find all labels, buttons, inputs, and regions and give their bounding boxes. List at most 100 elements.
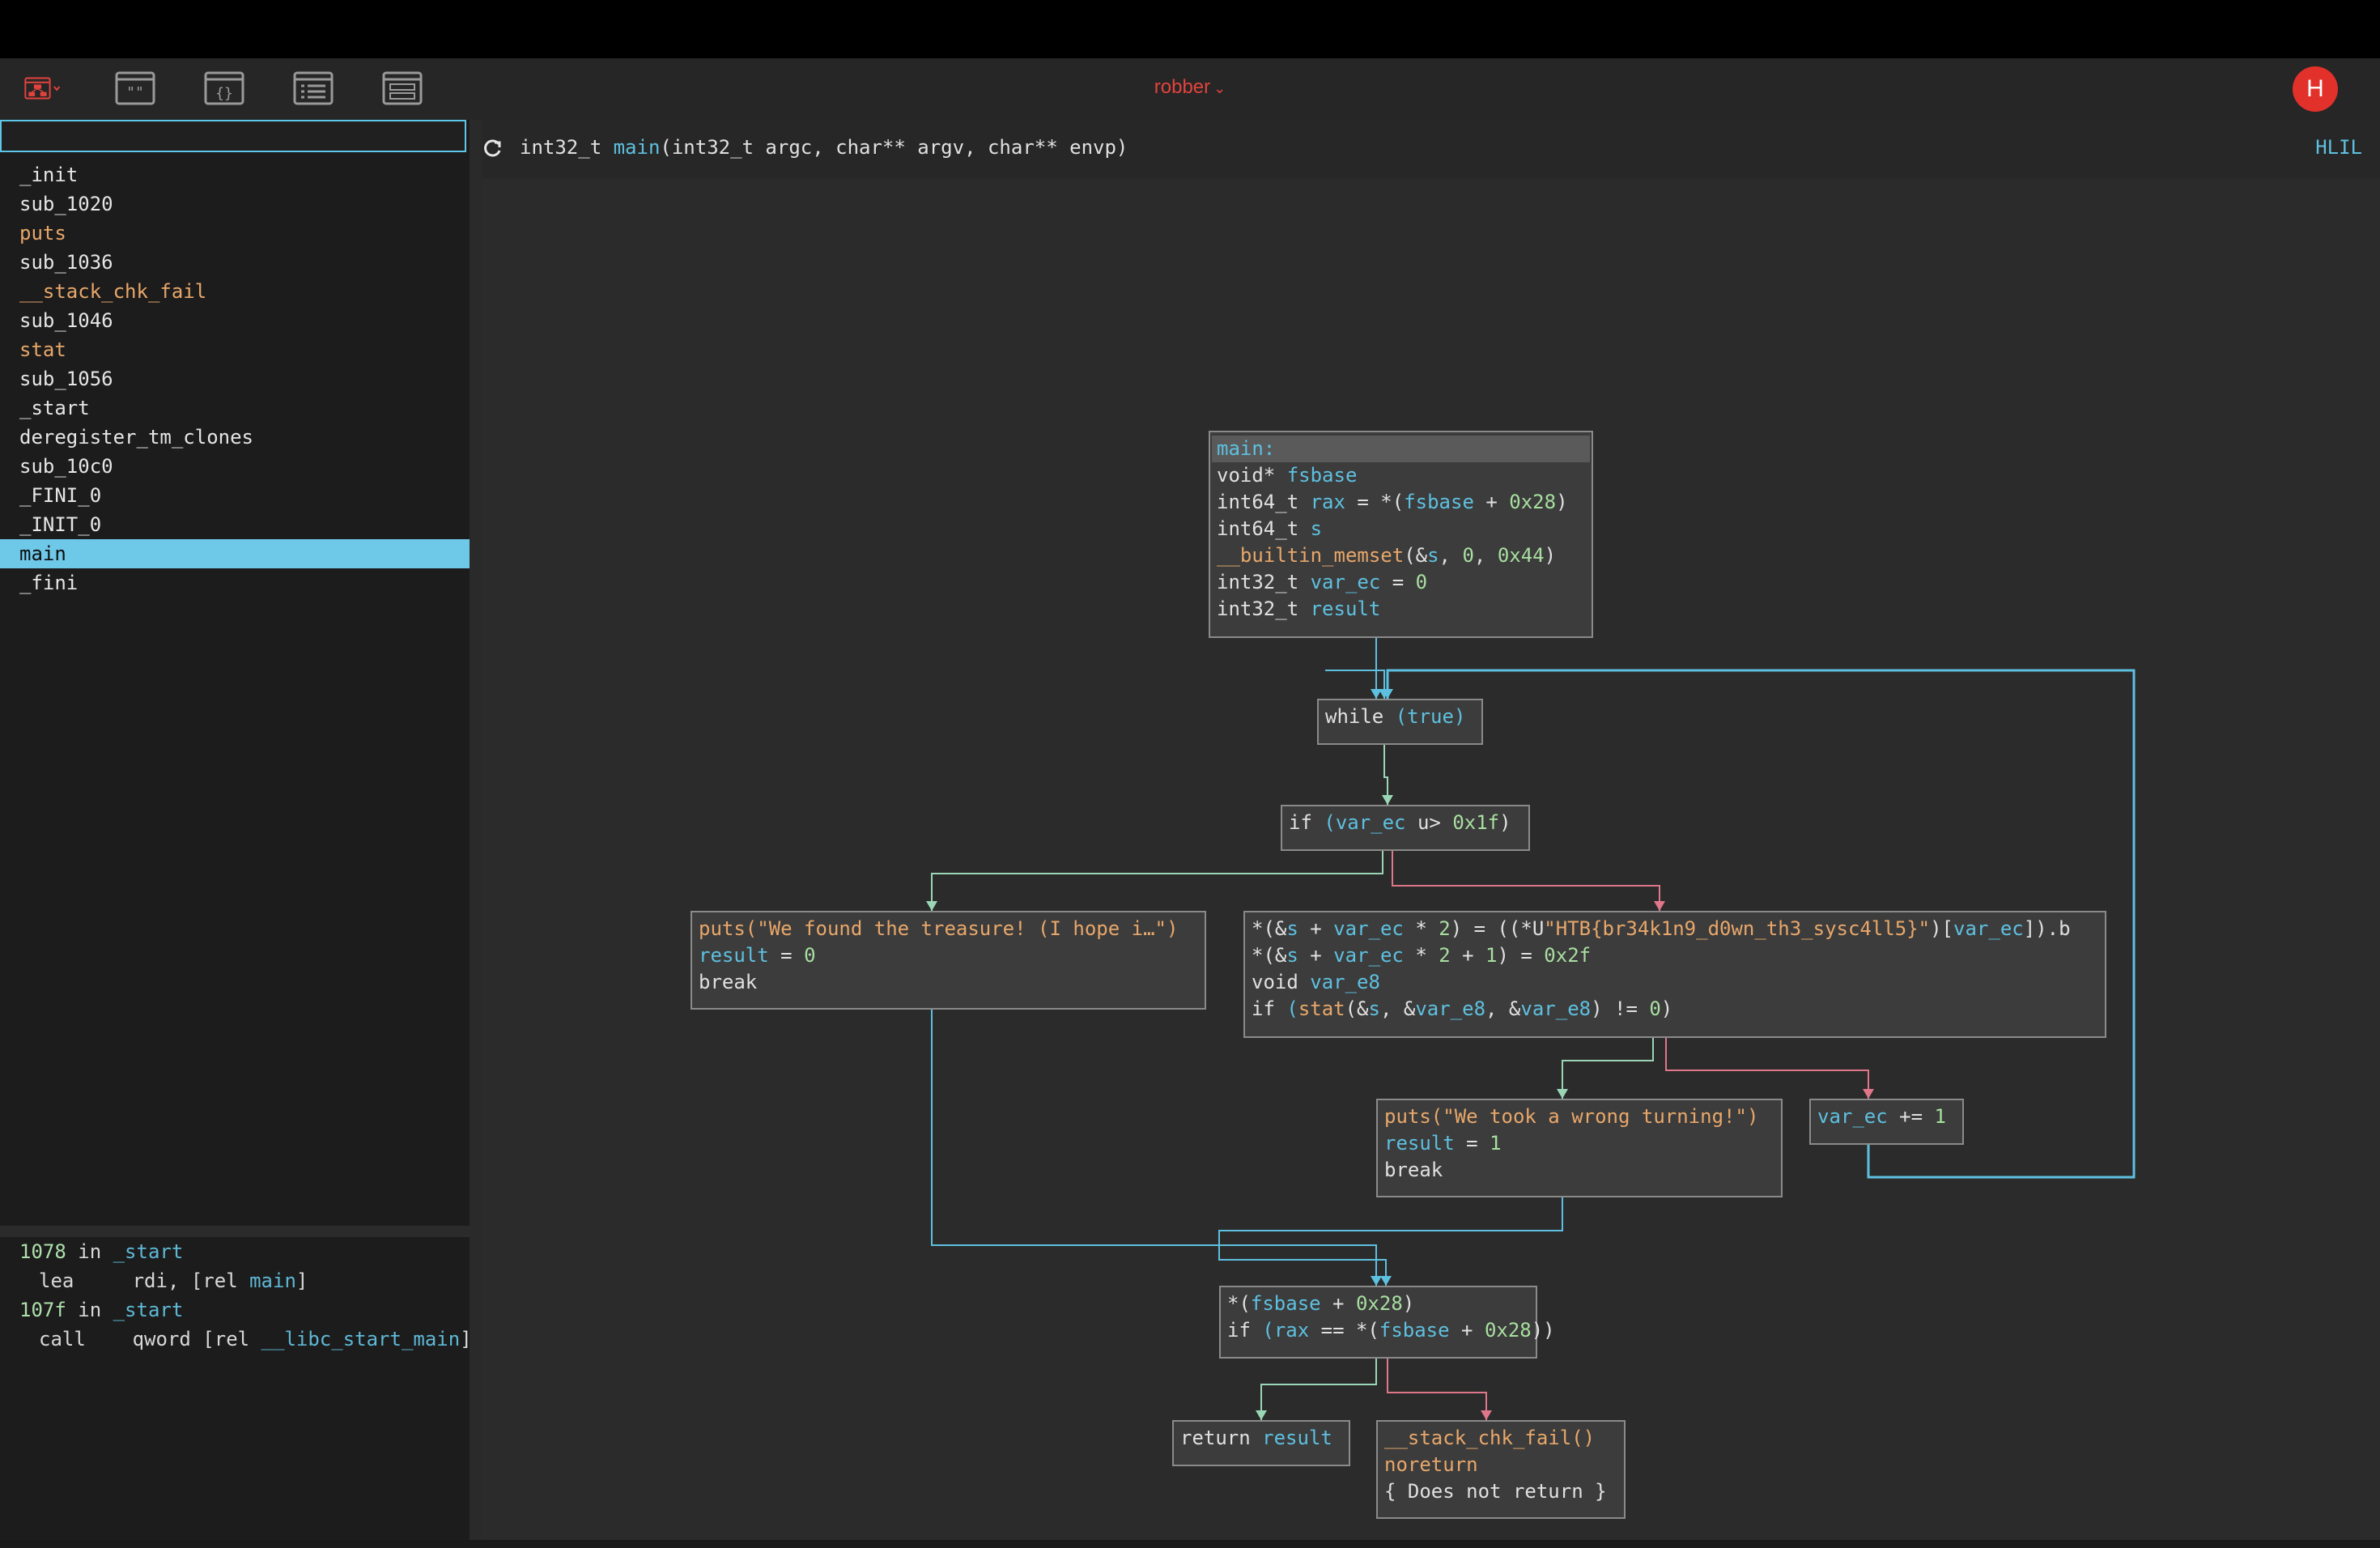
code-line[interactable]: while (true)	[1325, 704, 1475, 730]
xref-location[interactable]: 107f in _start	[0, 1295, 470, 1325]
function-item-start[interactable]: _start	[0, 393, 470, 423]
code-line[interactable]: void var_e8	[1252, 969, 2098, 996]
code-token[interactable]: fsbase	[1287, 464, 1358, 487]
code-token[interactable]: __stack_chk_fail()	[1384, 1427, 1595, 1449]
code-token[interactable]: var_ec	[1953, 917, 2024, 940]
function-item-fini[interactable]: _fini	[0, 568, 470, 598]
function-item-sub-1036[interactable]: sub_1036	[0, 248, 470, 277]
code-line[interactable]: puts("We found the treasure! (I hope i…"…	[699, 916, 1198, 942]
code-line[interactable]: void* fsbase	[1217, 462, 1585, 489]
xref-instruction[interactable]: call qword [rel __libc_start_main]	[0, 1325, 472, 1354]
code-line[interactable]: *(&s + var_ec * 2) = ((*U"HTB{br34k1n9_d…	[1252, 916, 2098, 942]
code-line[interactable]: __builtin_memset(&s, 0, 0x44)	[1217, 542, 1585, 569]
code-token[interactable]: (	[1324, 811, 1335, 834]
code-token[interactable]: var_e8	[1415, 997, 1485, 1020]
code-token[interactable]: result	[1311, 598, 1381, 620]
code-line[interactable]: *(fsbase + 0x28)	[1227, 1291, 1529, 1317]
code-token[interactable]: (	[1286, 997, 1298, 1020]
basic-block-entry[interactable]: main: void* fsbase int64_t rax = *(fsbase …	[1209, 431, 1593, 638]
code-line[interactable]: break	[699, 969, 1198, 996]
code-token[interactable]: fsbase	[1251, 1292, 1321, 1315]
code-token[interactable]: var_ec	[1336, 811, 1406, 834]
code-line[interactable]: if (stat(&s, &var_e8, &var_e8) != 0)	[1252, 996, 2098, 1023]
function-name[interactable]: main	[614, 136, 661, 159]
code-token[interactable]: fsbase	[1404, 491, 1474, 513]
binary-title[interactable]: robber ⌄	[0, 76, 2380, 99]
code-token[interactable]: result	[699, 944, 769, 967]
code-token[interactable]: s	[1286, 944, 1298, 967]
function-item-main[interactable]: main	[0, 539, 470, 568]
function-item-stack-chk-fail[interactable]: __stack_chk_fail	[0, 277, 470, 306]
basic-block-body[interactable]: *(&s + var_ec * 2) = ((*U"HTB{br34k1n9_d…	[1243, 911, 2106, 1038]
pane-divider[interactable]	[0, 1226, 470, 1237]
code-line[interactable]: int64_t s	[1217, 516, 1585, 542]
refresh-icon[interactable]	[482, 138, 504, 159]
basic-block-incr[interactable]: var_ec += 1	[1809, 1099, 1964, 1145]
code-token[interactable]: puts(	[1384, 1105, 1443, 1128]
code-token[interactable]: noreturn	[1384, 1453, 1478, 1476]
code-token[interactable]: var_e8	[1310, 971, 1380, 993]
code-token[interactable]: rax	[1274, 1319, 1309, 1342]
basic-block-loop[interactable]: while (true)	[1317, 699, 1483, 745]
code-line[interactable]: *(&s + var_ec * 2 + 1) = 0x2f	[1252, 942, 2098, 969]
function-item-sub-1056[interactable]: sub_1056	[0, 364, 470, 393]
vertical-splitter[interactable]	[470, 120, 482, 1540]
code-line[interactable]: if (rax == *(fsbase + 0x28))	[1227, 1317, 1555, 1344]
function-search-input[interactable]	[0, 120, 466, 152]
code-line[interactable]: puts("We took a wrong turning!")	[1384, 1104, 1774, 1130]
code-token[interactable]: var_ec	[1817, 1105, 1888, 1128]
xref-location[interactable]: 1078 in _start	[0, 1237, 470, 1266]
code-line[interactable]: { Does not return }	[1384, 1478, 1617, 1505]
code-token[interactable]: s	[1311, 517, 1322, 540]
basic-block-check[interactable]: *(fsbase + 0x28) if (rax == *(fsbase + 0x…	[1219, 1286, 1555, 1359]
code-token[interactable]: var_e8	[1520, 997, 1591, 1020]
view-mode-selector[interactable]: HLIL	[2315, 136, 2362, 159]
code-line[interactable]: break	[1384, 1157, 1774, 1184]
code-token[interactable]: s	[1369, 997, 1380, 1020]
xref-instruction[interactable]: lea rdi, [rel main]	[0, 1266, 470, 1295]
code-token[interactable]: )	[1167, 917, 1178, 940]
code-token[interactable]: (	[1262, 1319, 1273, 1342]
code-line[interactable]: int32_t result	[1217, 596, 1585, 623]
function-item-deregister-tm-clones[interactable]: deregister_tm_clones	[0, 423, 470, 452]
code-token[interactable]: __builtin_memset	[1217, 544, 1404, 567]
code-token[interactable]: (true)	[1396, 705, 1466, 728]
function-item-puts[interactable]: puts	[0, 219, 470, 248]
code-line[interactable]: noreturn	[1384, 1452, 1617, 1478]
code-line[interactable]: result = 1	[1384, 1130, 1774, 1157]
basic-block-wrong[interactable]: puts("We took a wrong turning!") result =…	[1376, 1099, 1783, 1197]
function-item-sub-10c0[interactable]: sub_10c0	[0, 452, 470, 481]
code-token[interactable]: s	[1427, 544, 1439, 567]
function-item-sub-1020[interactable]: sub_1020	[0, 189, 470, 219]
basic-block-fail[interactable]: __stack_chk_fail() noreturn { Does not ret…	[1376, 1420, 1626, 1519]
function-item-stat[interactable]: stat	[0, 335, 470, 364]
code-line[interactable]: int64_t rax = *(fsbase + 0x28)	[1217, 489, 1585, 516]
code-line[interactable]: result = 0	[699, 942, 1198, 969]
avatar[interactable]: H	[2293, 66, 2338, 112]
function-item-FINI-0[interactable]: _FINI_0	[0, 481, 470, 510]
code-token[interactable]: var_ec	[1333, 944, 1404, 967]
code-token[interactable]: )	[1747, 1105, 1758, 1128]
basic-block-cond[interactable]: if (var_ec u> 0x1f)	[1281, 805, 1530, 851]
code-line[interactable]: var_ec += 1	[1817, 1104, 1956, 1130]
code-token[interactable]: s	[1286, 917, 1298, 940]
code-token[interactable]: var_ec	[1311, 571, 1381, 593]
code-token[interactable]: rax	[1311, 491, 1345, 513]
code-line[interactable]: __stack_chk_fail()	[1384, 1425, 1617, 1452]
code-token[interactable]: result	[1384, 1132, 1455, 1155]
function-item-INIT-0[interactable]: _INIT_0	[0, 510, 470, 539]
code-line[interactable]: if (var_ec u> 0x1f)	[1289, 810, 1522, 836]
basic-block-ret[interactable]: return result	[1172, 1420, 1350, 1466]
code-line[interactable]: main:	[1212, 436, 1590, 462]
code-token[interactable]: stat	[1298, 997, 1345, 1020]
code-token[interactable]: var_ec	[1333, 917, 1404, 940]
code-line[interactable]: return result	[1180, 1425, 1342, 1452]
code-token[interactable]: puts(	[699, 917, 757, 940]
function-item-init[interactable]: _init	[0, 160, 470, 189]
basic-block-found[interactable]: puts("We found the treasure! (I hope i…"…	[691, 911, 1206, 1010]
code-token[interactable]: fsbase	[1379, 1319, 1450, 1342]
graph-canvas[interactable]: main: void* fsbase int64_t rax = *(fsbase …	[482, 178, 2380, 1540]
function-item-sub-1046[interactable]: sub_1046	[0, 306, 470, 335]
code-token[interactable]: result	[1262, 1427, 1332, 1449]
code-line[interactable]: int32_t var_ec = 0	[1217, 569, 1585, 596]
